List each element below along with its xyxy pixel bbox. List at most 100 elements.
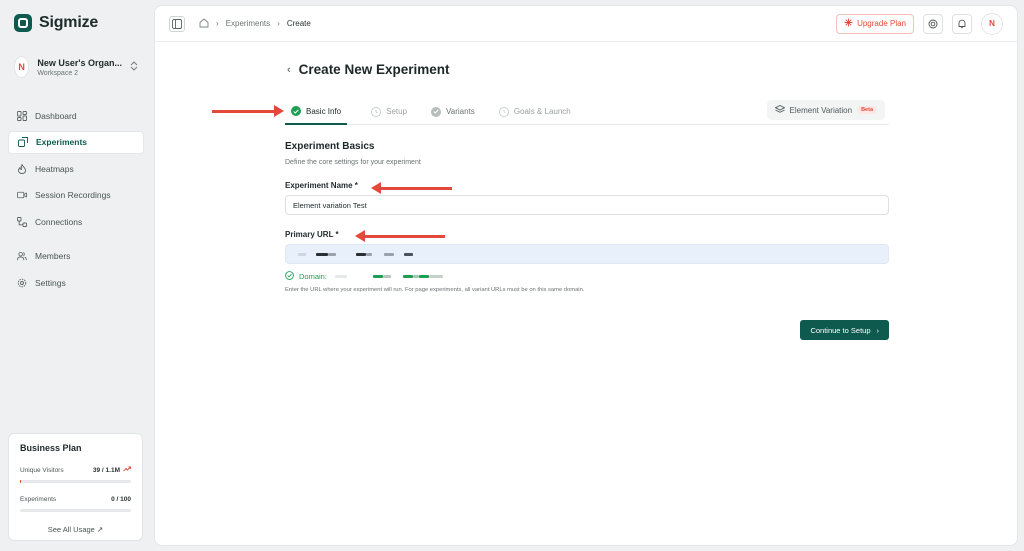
users-icon <box>17 251 27 261</box>
sidebar-item-settings[interactable]: Settings <box>8 272 144 295</box>
usage-row-visitors: Unique Visitors 39 / 1.1M <box>20 466 131 474</box>
step-label: Basic Info <box>306 106 342 116</box>
usage-label: Unique Visitors <box>20 466 64 474</box>
upgrade-plan-button[interactable]: Upgrade Plan <box>836 13 914 34</box>
chevron-right-icon: › <box>216 19 219 28</box>
video-icon <box>17 190 27 200</box>
step-basic-info[interactable]: Basic Info <box>285 99 348 125</box>
redacted-url-segment <box>328 253 336 256</box>
redacted-domain-segment <box>429 275 443 278</box>
back-chevron-icon[interactable]: ‹ <box>287 64 291 76</box>
sidebar-item-session-recordings[interactable]: Session Recordings <box>8 184 144 207</box>
step-variants[interactable]: Variants <box>431 99 475 125</box>
usage-label: Experiments <box>20 496 57 503</box>
support-icon[interactable] <box>923 13 943 34</box>
see-all-usage-label: See All Usage <box>47 525 95 534</box>
element-variation-toggle[interactable]: Element Variation Beta <box>766 100 885 120</box>
sidebar-nav: Dashboard Experiments Heatmaps Session R… <box>8 104 144 295</box>
check-circle-icon <box>285 270 294 282</box>
sidebar-item-label: Settings <box>35 278 66 289</box>
section-title: Experiment Basics <box>285 141 375 152</box>
annotation-arrow <box>371 182 452 194</box>
clock-icon <box>498 106 509 117</box>
usage-value: 0 / 100 <box>111 496 131 503</box>
usage-row-experiments: Experiments 0 / 100 <box>20 496 131 503</box>
redacted-domain-segment <box>383 275 391 278</box>
step-label: Setup <box>386 107 408 116</box>
primary-url-input[interactable] <box>285 244 889 264</box>
sparkle-icon <box>844 18 853 29</box>
beta-badge: Beta <box>857 106 877 114</box>
sidebar: Sigmize N New User's Organ... Workspace … <box>0 0 152 551</box>
experiment-name-input[interactable]: Element variation Test <box>285 195 889 215</box>
trend-up-icon <box>123 466 131 474</box>
breadcrumb-create: Create <box>286 19 311 28</box>
dashboard-icon <box>17 110 27 121</box>
check-circle-icon <box>291 106 301 116</box>
layers-icon <box>774 104 786 116</box>
continue-label: Continue to Setup <box>810 325 871 335</box>
sidebar-item-label: Members <box>35 251 71 262</box>
redacted-domain-segment <box>373 275 383 278</box>
sidebar-item-label: Dashboard <box>35 110 77 121</box>
connections-icon <box>17 216 27 227</box>
org-switcher[interactable]: N New User's Organ... Workspace 2 <box>8 52 144 82</box>
usage-value: 39 / 1.1M <box>92 466 120 474</box>
bell-icon[interactable] <box>952 13 972 34</box>
element-variation-label: Element Variation <box>789 105 853 115</box>
arrow-up-right-icon: ↗ <box>96 525 104 534</box>
home-icon[interactable] <box>199 17 209 30</box>
domain-label: Domain: <box>299 271 327 281</box>
sidebar-item-label: Connections <box>35 216 83 227</box>
top-bar: › Experiments › Create Upgrade Plan N <box>155 6 1017 42</box>
redacted-domain-segment <box>403 275 413 278</box>
redacted-url-segment <box>384 253 394 256</box>
step-tabs: Basic Info Setup Variants Goals & Launch… <box>285 99 889 125</box>
redacted-url-segment <box>366 253 372 256</box>
redacted-domain-segment <box>335 275 347 278</box>
step-setup[interactable]: Setup <box>371 99 407 125</box>
sidebar-item-label: Heatmaps <box>35 163 74 174</box>
nav-divider <box>8 237 144 245</box>
url-hint: Enter the URL where your experiment will… <box>285 287 585 293</box>
chevron-up-down-icon <box>130 61 138 73</box>
sidebar-item-members[interactable]: Members <box>8 245 144 268</box>
usage-bar-fill <box>20 480 22 483</box>
redacted-url-segment <box>298 253 306 256</box>
breadcrumb-experiments[interactable]: Experiments <box>226 19 270 28</box>
annotation-arrow <box>355 230 445 242</box>
sidebar-toggle-icon[interactable] <box>169 15 185 32</box>
clock-icon <box>371 106 382 117</box>
domain-status: Domain: <box>285 270 889 282</box>
flame-icon <box>17 163 27 174</box>
redacted-domain-segment <box>419 275 429 278</box>
redacted-url-segment <box>356 253 366 256</box>
sidebar-item-label: Session Recordings <box>35 190 111 201</box>
brand-name: Sigmize <box>39 14 99 31</box>
breadcrumb: › Experiments › Create <box>199 17 311 30</box>
plan-title: Business Plan <box>20 443 82 453</box>
usage-bar-experiments <box>20 509 131 512</box>
user-avatar[interactable]: N <box>981 12 1003 35</box>
step-goals-launch[interactable]: Goals & Launch <box>498 99 571 125</box>
workspace-name: Workspace 2 <box>37 69 79 77</box>
continue-to-setup-button[interactable]: Continue to Setup › <box>800 320 889 340</box>
check-circle-icon <box>431 106 442 117</box>
sidebar-item-connections[interactable]: Connections <box>8 210 144 233</box>
plan-usage-card: Business Plan Unique Visitors 39 / 1.1M … <box>8 433 143 541</box>
sidebar-item-dashboard[interactable]: Dashboard <box>8 104 144 127</box>
page-title: Create New Experiment <box>298 62 450 77</box>
see-all-usage-link[interactable]: See All Usage ↗ <box>20 525 131 534</box>
chevron-right-icon: › <box>277 19 280 28</box>
org-avatar: N <box>14 56 30 78</box>
brand[interactable]: Sigmize <box>8 12 144 34</box>
sidebar-item-heatmaps[interactable]: Heatmaps <box>8 157 144 180</box>
step-label: Goals & Launch <box>513 107 571 116</box>
redacted-url-segment <box>316 253 328 256</box>
sidebar-item-label: Experiments <box>36 137 88 148</box>
experiments-icon <box>18 137 28 148</box>
section-description: Define the core settings for your experi… <box>285 159 421 166</box>
sidebar-item-experiments[interactable]: Experiments <box>8 130 144 154</box>
upgrade-label: Upgrade Plan <box>857 19 906 28</box>
gear-icon <box>17 278 27 288</box>
